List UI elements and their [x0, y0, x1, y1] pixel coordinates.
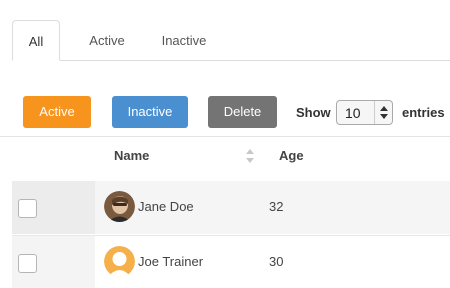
sort-icon[interactable]: [245, 148, 255, 169]
mark-inactive-button[interactable]: Inactive: [112, 96, 188, 128]
column-header-name[interactable]: Name: [114, 148, 149, 163]
mark-active-button[interactable]: Active: [23, 96, 91, 128]
table-header-divider: [0, 136, 450, 137]
row-checkbox[interactable]: [18, 254, 37, 273]
checkbox-cell: [12, 236, 95, 288]
delete-button[interactable]: Delete: [208, 96, 277, 128]
user-age: 32: [269, 199, 284, 214]
page-size-select[interactable]: 10: [336, 100, 393, 125]
table-row: Jane Doe 32: [12, 181, 450, 234]
checkbox-cell: [12, 181, 95, 234]
show-label: Show: [296, 105, 331, 120]
user-name[interactable]: Joe Trainer: [138, 254, 203, 269]
select-arrows-icon: [374, 101, 392, 124]
user-age: 30: [269, 254, 284, 269]
row-checkbox[interactable]: [18, 199, 37, 218]
tab-all[interactable]: All: [12, 20, 60, 61]
default-user-avatar-icon: [104, 246, 135, 277]
photo-avatar-icon: [104, 191, 135, 222]
tab-bar: All Active Inactive: [12, 20, 450, 61]
tab-inactive[interactable]: Inactive: [144, 20, 224, 61]
column-header-age[interactable]: Age: [279, 148, 304, 163]
page-size-value: 10: [345, 105, 361, 121]
tab-active[interactable]: Active: [74, 20, 140, 61]
table-row: Joe Trainer 30: [12, 235, 450, 288]
user-name[interactable]: Jane Doe: [138, 199, 194, 214]
entries-label: entries: [402, 105, 445, 120]
